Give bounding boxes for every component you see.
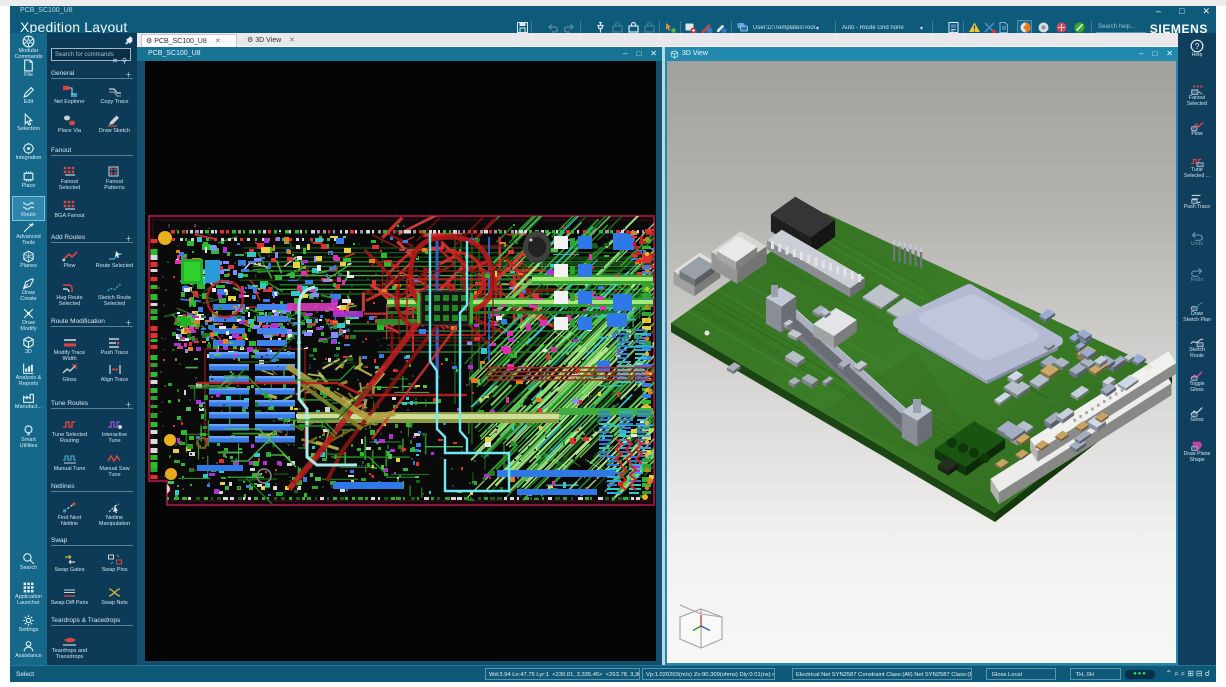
svg-text:?: ? — [1195, 42, 1200, 51]
